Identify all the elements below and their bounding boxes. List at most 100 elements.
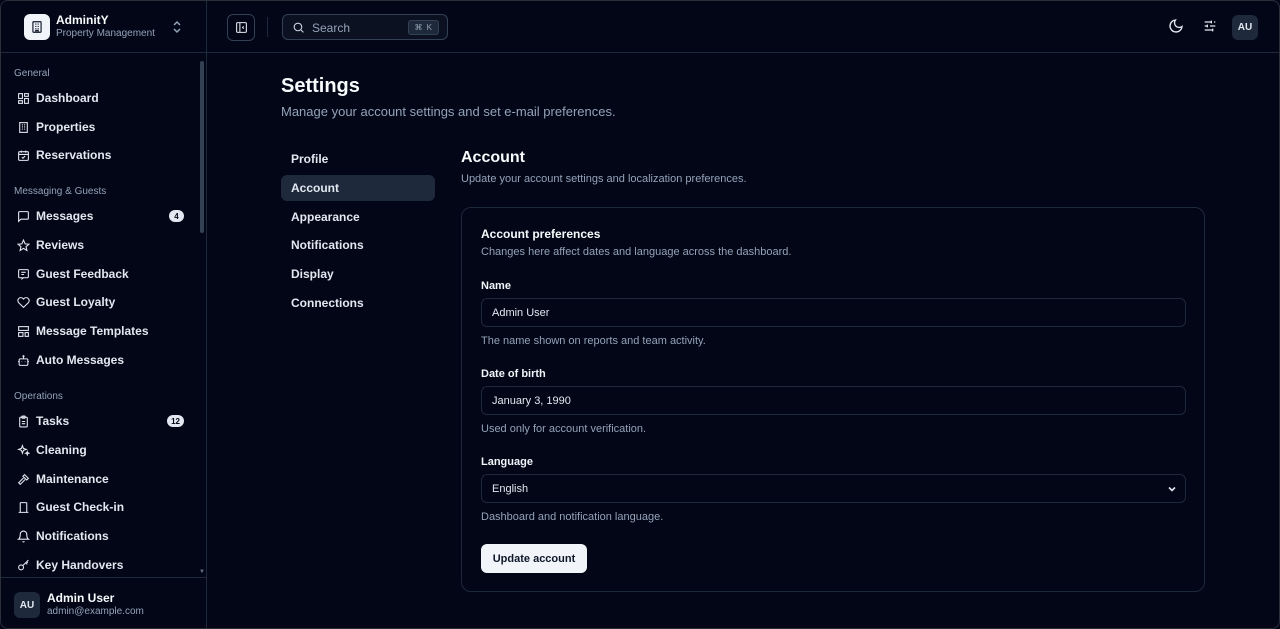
settings-nav-profile[interactable]: Profile	[281, 146, 435, 172]
user-menu[interactable]: AU Admin User admin@example.com	[1, 577, 206, 628]
sidebar-item-dashboard[interactable]: Dashboard	[9, 85, 193, 111]
language-select[interactable]: English	[481, 474, 1186, 503]
update-account-button[interactable]: Update account	[481, 544, 587, 573]
sidebar-item-maintenance[interactable]: Maintenance	[9, 466, 193, 492]
sidebar-item-messages[interactable]: Messages 4	[9, 203, 193, 229]
language-value: English	[492, 482, 529, 495]
key-icon	[17, 559, 30, 572]
sidebar-item-label: Properties	[36, 120, 96, 134]
dob-label: Date of birth	[481, 368, 546, 380]
feedback-icon	[17, 268, 30, 281]
heart-icon	[17, 296, 30, 309]
theme-toggle-moon-icon[interactable]	[1168, 18, 1184, 34]
message-icon	[17, 210, 30, 223]
door-icon	[17, 501, 30, 514]
template-icon	[17, 325, 30, 338]
account-preferences-card: Account preferences Changes here affect …	[461, 207, 1205, 592]
sidebar-nav: General Dashboard Properties Reservation…	[1, 53, 206, 577]
divider	[267, 17, 268, 37]
sidebar-item-label: Key Handovers	[36, 558, 124, 572]
sidebar-item-label: Guest Check-in	[36, 500, 125, 514]
avatar: AU	[14, 592, 40, 618]
card-title: Account preferences	[481, 227, 601, 241]
sidebar-item-label: Reviews	[36, 238, 85, 252]
hammer-icon	[17, 473, 30, 486]
sidebar-item-notifications[interactable]: Notifications	[9, 523, 193, 549]
chevrons-up-down-icon	[171, 19, 183, 35]
star-icon	[17, 238, 30, 252]
topbar: Search ⌘ K AU	[207, 1, 1279, 53]
date-of-birth-field[interactable]	[481, 386, 1186, 415]
building-logo-icon	[24, 14, 50, 40]
chevron-down-icon	[1167, 484, 1177, 494]
calendar-check-icon	[17, 149, 30, 162]
count-badge: 12	[167, 415, 184, 427]
app-window: AdminitY Property Management General Das…	[0, 0, 1280, 629]
sidebar-item-reviews[interactable]: Reviews	[9, 232, 193, 258]
sidebar-item-guest-loyalty[interactable]: Guest Loyalty	[9, 289, 193, 315]
brand-switcher[interactable]: AdminitY Property Management	[1, 1, 206, 53]
sliders-icon[interactable]	[1202, 18, 1218, 34]
nav-group-label: General	[14, 68, 50, 79]
sidebar-item-label: Guest Feedback	[36, 267, 129, 281]
building-icon	[17, 121, 30, 134]
sidebar-item-auto-messages[interactable]: Auto Messages	[9, 347, 193, 373]
sparkles-icon	[17, 443, 30, 457]
sidebar-item-label: Cleaning	[36, 443, 87, 457]
brand-subtitle: Property Management	[56, 28, 155, 39]
sidebar-item-tasks[interactable]: Tasks 12	[9, 408, 193, 434]
search-input[interactable]: Search ⌘ K	[282, 14, 448, 40]
section-title: Account	[461, 149, 525, 166]
brand-name: AdminitY	[56, 13, 109, 27]
settings-nav-display[interactable]: Display	[281, 261, 435, 287]
grid-icon	[17, 92, 30, 105]
nav-group-label: Operations	[14, 391, 63, 402]
card-description: Changes here affect dates and language a…	[481, 246, 792, 258]
page-title: Settings	[281, 75, 360, 97]
search-placeholder: Search	[312, 21, 351, 35]
settings-nav-account[interactable]: Account	[281, 175, 435, 201]
sidebar: AdminitY Property Management General Das…	[1, 1, 207, 628]
sidebar-item-key-handovers[interactable]: Key Handovers	[9, 552, 193, 577]
page-description: Manage your account settings and set e-m…	[281, 104, 616, 119]
sidebar-toggle-button[interactable]	[227, 14, 255, 41]
user-name: Admin User	[47, 591, 115, 605]
bot-icon	[17, 354, 30, 367]
search-shortcut: ⌘ K	[408, 20, 439, 35]
avatar[interactable]: AU	[1232, 15, 1258, 40]
section-description: Update your account settings and localiz…	[461, 173, 747, 185]
sidebar-item-reservations[interactable]: Reservations	[9, 142, 193, 168]
settings-nav-notifications[interactable]: Notifications	[281, 232, 435, 258]
clipboard-icon	[17, 415, 30, 428]
search-icon	[292, 21, 305, 34]
user-email: admin@example.com	[47, 606, 144, 617]
sidebar-item-label: Dashboard	[36, 91, 99, 105]
language-label: Language	[481, 456, 533, 468]
count-badge: 4	[169, 210, 184, 222]
sidebar-item-cleaning[interactable]: Cleaning	[9, 437, 193, 463]
sidebar-item-label: Auto Messages	[36, 353, 125, 367]
sidebar-item-guest-check-in[interactable]: Guest Check-in	[9, 494, 193, 520]
sidebar-item-label: Reservations	[36, 148, 112, 162]
settings-nav-appearance[interactable]: Appearance	[281, 204, 435, 230]
sidebar-item-label: Messages	[36, 209, 94, 223]
sidebar-item-label: Notifications	[36, 529, 109, 543]
name-field[interactable]	[481, 298, 1186, 327]
sidebar-item-label: Guest Loyalty	[36, 295, 116, 309]
bell-icon	[17, 530, 30, 543]
nav-group-label: Messaging & Guests	[14, 186, 107, 197]
name-help: The name shown on reports and team activ…	[481, 335, 706, 347]
settings-nav-connections[interactable]: Connections	[281, 290, 435, 316]
scroll-down-icon[interactable]: ▼	[199, 569, 205, 575]
dob-help: Used only for account verification.	[481, 423, 647, 435]
panel-left-icon	[235, 21, 248, 34]
language-help: Dashboard and notification language.	[481, 511, 664, 523]
sidebar-item-guest-feedback[interactable]: Guest Feedback	[9, 261, 193, 287]
sidebar-item-label: Tasks	[36, 414, 70, 428]
sidebar-item-message-templates[interactable]: Message Templates	[9, 318, 193, 344]
sidebar-item-label: Maintenance	[36, 472, 109, 486]
sidebar-item-properties[interactable]: Properties	[9, 114, 193, 140]
sidebar-item-label: Message Templates	[36, 324, 149, 338]
name-label: Name	[481, 280, 511, 292]
sidebar-scrollbar[interactable]	[200, 61, 204, 233]
